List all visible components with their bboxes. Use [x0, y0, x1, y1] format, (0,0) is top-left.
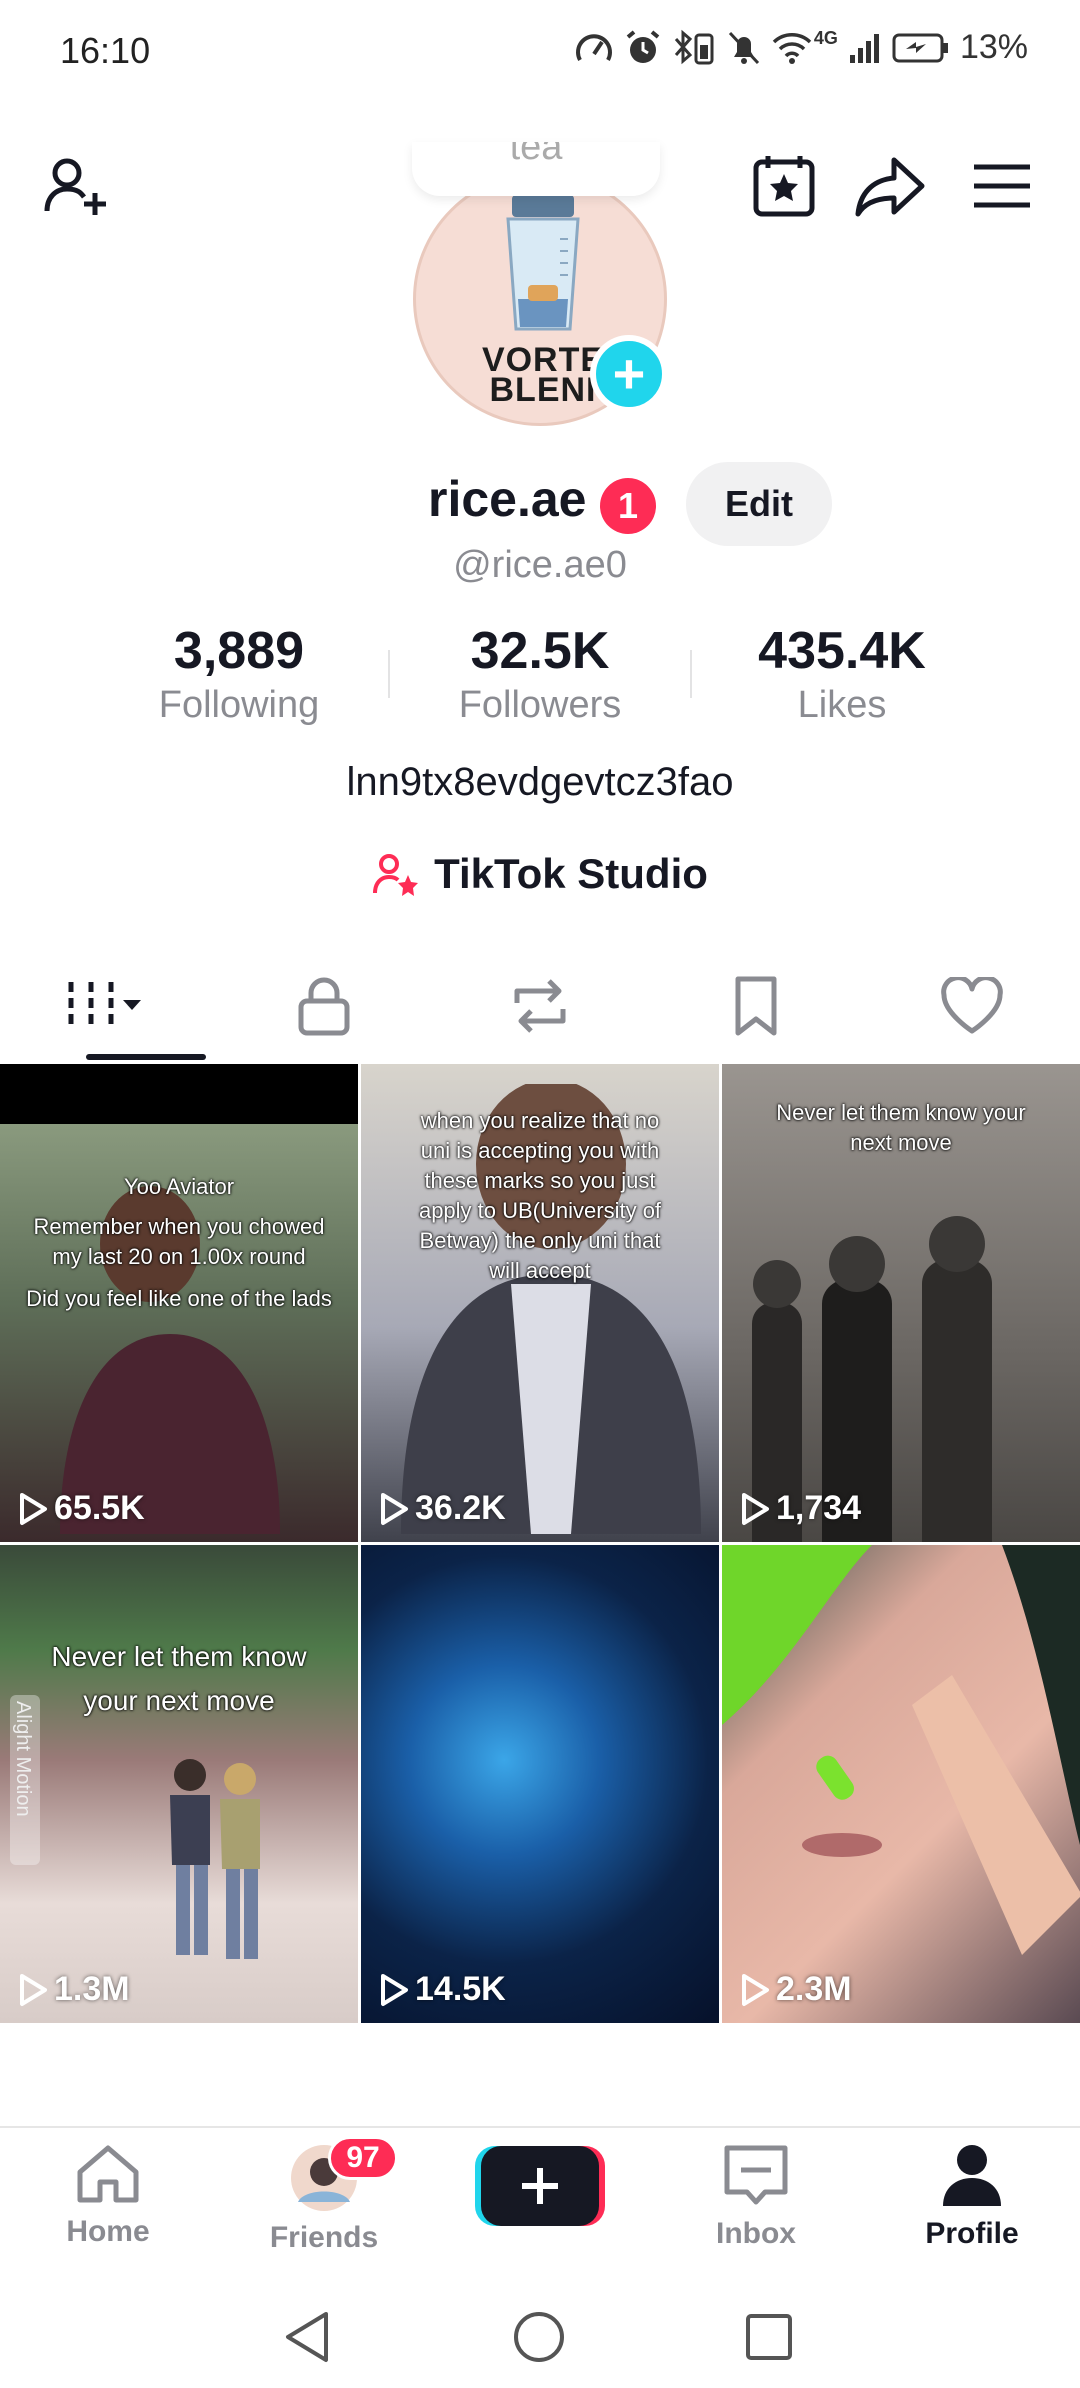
video-view-count: 65.5K: [18, 1489, 145, 1528]
active-tab-indicator: [86, 1054, 206, 1060]
stat-following[interactable]: 3,889 Following: [89, 620, 389, 728]
video-caption: when you realize that no uni is accepting…: [418, 1108, 662, 1283]
video-view-count: 1.3M: [18, 1970, 130, 2009]
mute-icon: [728, 31, 760, 64]
video-caption: Never let them know your next move: [51, 1641, 307, 1716]
bottom-nav: Home Friends Inbox Profile: [0, 2126, 1080, 2288]
wifi-icon: [772, 32, 812, 64]
nav-create[interactable]: [440, 2142, 640, 2235]
heart-icon: [941, 977, 1003, 1034]
video-view-count: 2.3M: [740, 1970, 852, 2009]
tab-reposts[interactable]: [432, 950, 648, 1062]
bluetooth-battery-icon: [674, 29, 714, 64]
note-text: tea: [509, 142, 563, 168]
username: rice.ae: [428, 471, 587, 527]
friends-badge: 97: [328, 2136, 398, 2180]
tab-favorites[interactable]: [648, 950, 864, 1062]
back-icon[interactable]: [282, 2310, 332, 2364]
video-thumbnail[interactable]: Never let them know your next move 1,734: [722, 1064, 1080, 1542]
stat-label: Following: [158, 684, 320, 726]
avatar-add-button[interactable]: +: [590, 335, 668, 413]
network-type: 4G: [813, 28, 838, 48]
video-view-count: 1,734: [740, 1489, 861, 1528]
couple-walking-image: [170, 1759, 260, 1959]
menu-icon[interactable]: [964, 148, 1040, 224]
add-friend-icon[interactable]: [38, 148, 114, 224]
status-icons: 4G 13%: [574, 28, 1028, 67]
bio-text: lnn9tx8evdgevtcz3fao: [346, 760, 734, 804]
status-time: 16:10: [60, 30, 151, 71]
stat-value: 32.5K: [470, 622, 610, 680]
nav-label: Profile: [925, 2217, 1019, 2250]
profile-icon: [943, 2145, 1001, 2206]
stat-followers[interactable]: 32.5K Followers: [390, 620, 690, 728]
nav-profile[interactable]: Profile: [872, 2142, 1072, 2251]
video-thumbnail[interactable]: 14.5K: [361, 1545, 719, 2023]
nav-home[interactable]: Home: [8, 2142, 208, 2249]
play-icon: [381, 1973, 408, 2006]
battery-icon: [892, 33, 948, 62]
status-bar: 16:10 4G 13%: [0, 0, 1080, 110]
bookmark-icon: [735, 976, 777, 1036]
edit-profile-button[interactable]: Edit: [686, 462, 832, 546]
video-thumbnail[interactable]: Never let them know your next move Alight…: [0, 1545, 358, 2023]
system-nav-bar: [0, 2286, 1080, 2388]
note-bubble[interactable]: tea: [412, 142, 660, 196]
play-icon: [20, 1973, 47, 2006]
tiktok-studio-link[interactable]: TikTok Studio: [0, 850, 1080, 898]
face-green-hair-image: [722, 1545, 1080, 1955]
videos-grid-icon: [68, 982, 141, 1030]
lock-icon: [298, 977, 350, 1036]
video-thumbnail[interactable]: Yoo Aviator Remember when you chowed my la…: [0, 1064, 358, 1542]
content-tabs: [0, 950, 1080, 1062]
people-queue-image: [752, 1216, 992, 1542]
video-view-count: 36.2K: [379, 1489, 506, 1528]
share-icon[interactable]: [852, 148, 928, 224]
stat-value: 3,889: [173, 622, 305, 680]
play-icon: [742, 1973, 769, 2006]
watermark: Alight Motion: [10, 1695, 40, 1865]
home-circle-icon[interactable]: [512, 2310, 566, 2364]
recents-icon[interactable]: [744, 2312, 794, 2362]
data-saver-icon: [575, 33, 612, 61]
tab-liked[interactable]: [864, 950, 1080, 1062]
battery-percent: 13%: [959, 28, 1028, 66]
shaker-bottle-image: [506, 195, 580, 331]
tab-private[interactable]: [216, 950, 432, 1062]
notification-badge: 1: [600, 478, 656, 534]
nav-label: Home: [66, 2215, 150, 2248]
stat-label: Likes: [797, 684, 887, 726]
alarm-icon: [626, 29, 660, 63]
nav-label: Friends: [269, 2221, 379, 2254]
create-plus-icon: [475, 2146, 605, 2226]
home-icon: [77, 2145, 139, 2203]
calendar-star-icon[interactable]: [746, 148, 822, 224]
repost-icon: [514, 979, 566, 1033]
video-caption: Yoo Aviator Remember when you chowed my la…: [26, 1174, 332, 1311]
play-icon: [742, 1492, 769, 1525]
nav-inbox[interactable]: Inbox: [656, 2142, 856, 2251]
video-caption: Never let them know your next move: [776, 1100, 1026, 1155]
video-view-count: 14.5K: [379, 1970, 506, 2009]
signal-icon: [849, 33, 879, 63]
video-thumbnail[interactable]: when you realize that no uni is accepting…: [361, 1064, 719, 1542]
play-icon: [381, 1492, 408, 1525]
stat-label: Followers: [458, 684, 622, 726]
studio-label: TikTok Studio: [434, 850, 708, 897]
studio-person-star-icon: [373, 854, 419, 896]
inbox-icon: [724, 2145, 788, 2205]
user-handle: @rice.ae0: [453, 544, 627, 586]
nav-label: Inbox: [716, 2217, 796, 2250]
stat-value: 435.4K: [758, 622, 926, 680]
video-thumbnail[interactable]: 2.3M: [722, 1545, 1080, 2023]
stat-likes[interactable]: 435.4K Likes: [692, 620, 992, 728]
tab-videos[interactable]: [0, 950, 216, 1062]
play-icon: [20, 1492, 47, 1525]
